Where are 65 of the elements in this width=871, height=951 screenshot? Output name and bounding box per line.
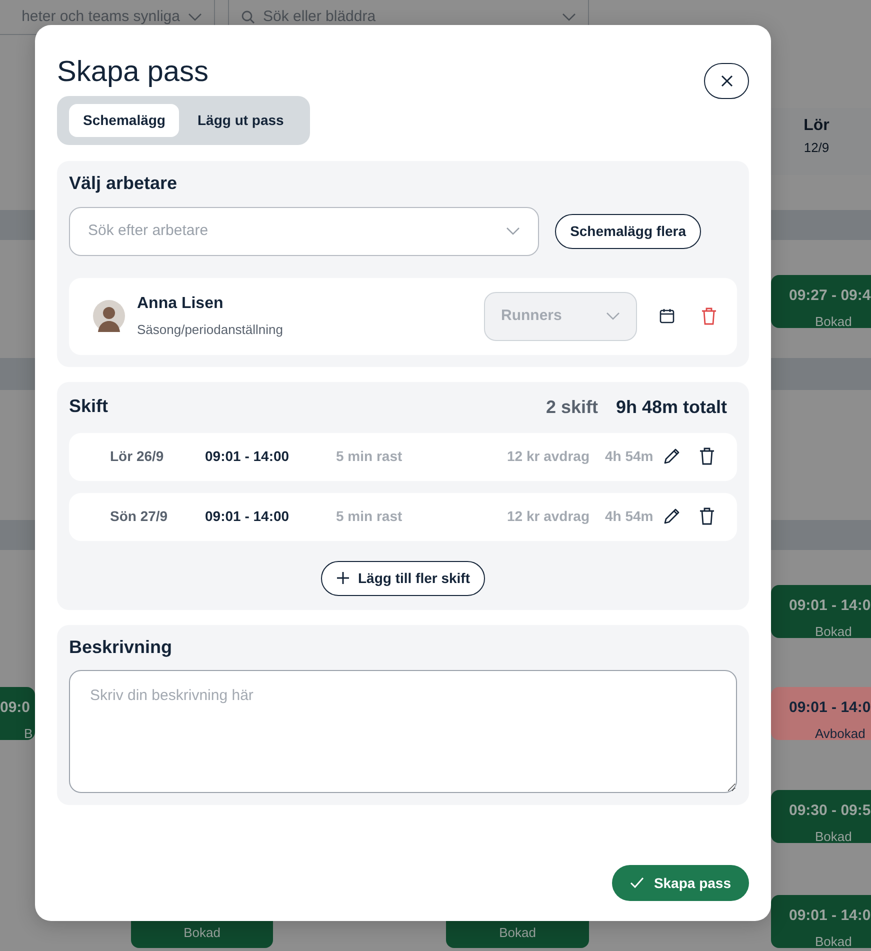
deduction-label: 12 kr avdrag bbox=[507, 507, 590, 526]
break-label: 5 min rast bbox=[336, 507, 404, 526]
shift-status: Avbokad bbox=[814, 724, 866, 740]
duration-label: 4h 54m bbox=[605, 507, 654, 526]
shift-time: 09:01 - 14:0 bbox=[789, 698, 871, 718]
chevron-icon bbox=[188, 13, 202, 21]
check-icon bbox=[630, 877, 644, 889]
shift-time: 09:0 bbox=[0, 698, 32, 718]
section-heading: Välj arbetare bbox=[69, 173, 178, 195]
pencil-icon bbox=[663, 507, 681, 526]
calendar-icon bbox=[659, 308, 675, 324]
shift-date: Sön 27/9 bbox=[110, 507, 169, 526]
shift-row[interactable]: Sön 27/9 09:01 - 14:00 5 min rast 12 kr avdrag 4h 54m bbox=[69, 492, 737, 541]
shift-time: 09:30 - 09:5 bbox=[789, 801, 871, 821]
total-duration: 9h 48m totalt bbox=[616, 396, 727, 419]
worker-name: Anna Lisen bbox=[137, 294, 224, 314]
trash-icon bbox=[701, 306, 717, 325]
create-shift-button[interactable]: Skapa pass bbox=[612, 865, 749, 901]
avatar bbox=[93, 300, 125, 332]
section-heading: Beskrivning bbox=[69, 636, 174, 658]
chevron-icon bbox=[506, 227, 520, 236]
shift-card[interactable]: 09:01 - 14:0 Bokad bbox=[771, 895, 871, 948]
close-icon bbox=[720, 75, 732, 87]
shift-date: Lör 26/9 bbox=[110, 447, 165, 466]
deduction-label: 12 kr avdrag bbox=[507, 447, 590, 466]
shift-status: Bokad bbox=[814, 932, 853, 948]
shift-time: 09:01 - 14:0 bbox=[789, 906, 871, 926]
description-field[interactable]: Skriv din beskrivning här bbox=[69, 670, 737, 794]
tab[interactable]: Schemalägg bbox=[69, 104, 180, 137]
break-label: 5 min rast bbox=[336, 447, 404, 466]
worker-search-field[interactable]: Sök efter arbetare bbox=[69, 206, 540, 256]
shift-row[interactable]: Lör 26/9 09:01 - 14:00 5 min rast 12 kr avdrag 4h 54m bbox=[69, 432, 737, 481]
date-label: 12/9 bbox=[804, 139, 830, 157]
close-button[interactable] bbox=[704, 63, 749, 99]
shift-time: 09:01 - 14:0 bbox=[789, 596, 871, 616]
schedule-multiple-button[interactable]: Schemalägg flera bbox=[555, 214, 701, 249]
shift-time: 09:01 - 14:00 bbox=[205, 447, 290, 466]
shift-status: Bokad bbox=[814, 312, 853, 328]
trash-icon bbox=[699, 507, 715, 526]
shift-card[interactable]: 09:27 - 09:4 Bokad bbox=[771, 275, 871, 328]
section-heading: Skift bbox=[69, 396, 110, 418]
shift-status: Bokad bbox=[184, 924, 220, 942]
add-shift-button[interactable]: Lägg till fler skift bbox=[320, 560, 485, 596]
chevron-icon bbox=[606, 312, 620, 320]
shift-status: Bokad bbox=[499, 924, 536, 942]
search-icon bbox=[241, 10, 255, 24]
shift-status: Bokad bbox=[814, 622, 853, 638]
dialog-title: Skapa pass bbox=[57, 57, 209, 89]
chevron-icon bbox=[562, 13, 576, 21]
worker-role: Säsong/periodanställning bbox=[137, 321, 284, 340]
shift-status: B bbox=[23, 724, 34, 740]
tab[interactable]: Lägg ut pass bbox=[183, 104, 298, 137]
pencil-icon bbox=[663, 447, 681, 466]
shift-status: Bokad bbox=[814, 828, 853, 843]
shift-time: 09:01 - 14:00 bbox=[205, 507, 290, 526]
shift-count: 2 skift bbox=[546, 396, 598, 419]
day-label: Lör bbox=[804, 116, 830, 136]
shift-card[interactable]: 09:01 - 14:0 Bokad bbox=[771, 585, 871, 638]
trash-icon bbox=[699, 447, 715, 466]
shift-card[interactable]: 09:0 B bbox=[0, 687, 35, 740]
plus-icon bbox=[336, 571, 350, 586]
shift-time: 09:27 - 09:4 bbox=[789, 286, 871, 306]
shift-card[interactable]: 09:30 - 09:5 Bokad bbox=[771, 790, 871, 843]
shift-card[interactable]: 09:01 - 14:0 Avbokad bbox=[771, 687, 871, 740]
duration-label: 4h 54m bbox=[605, 447, 654, 466]
